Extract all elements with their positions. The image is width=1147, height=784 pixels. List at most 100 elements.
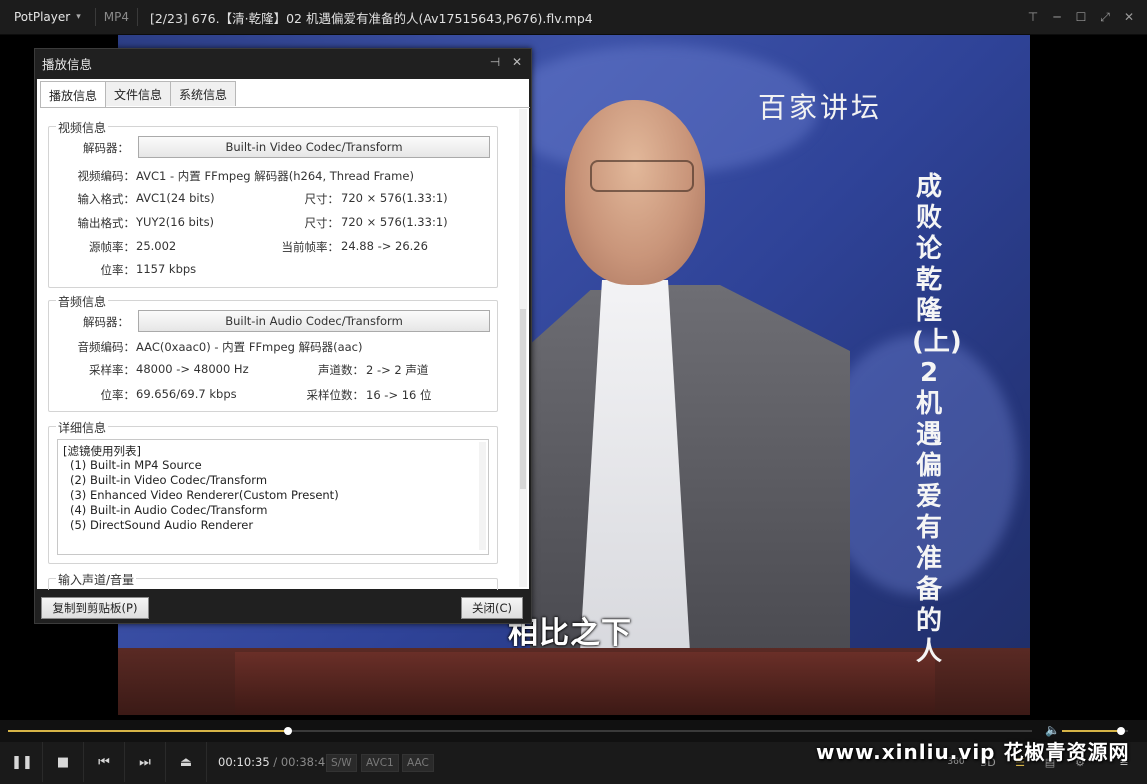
sample-rate-label: 采样率： [89,363,135,377]
podium [235,652,935,715]
episode-title-overlay: 成败论乾隆(上)2机遇偏爱有准备的人 [912,172,962,667]
minimize-button[interactable]: ─ [1047,7,1067,27]
output-format-value: YUY2(16 bits) [136,215,215,229]
group-title: 视频信息 [56,119,109,136]
badge-audio-codec[interactable]: AAC [402,754,434,772]
input-format-value: AVC1(24 bits) [136,191,215,205]
seek-thumb[interactable] [283,727,292,735]
close-dialog-button[interactable]: 关闭(C) [461,597,523,619]
current-fps-label: 当前帧率： [281,240,340,254]
title-separator-2 [136,8,138,26]
maximize-button[interactable]: ☐ [1071,7,1091,27]
audio-info-group: 音频信息 解码器： Built-in Audio Codec/Transform… [48,293,498,412]
dialog-tabs: 播放信息 文件信息 系统信息 [40,81,237,108]
detail-line: (3) Enhanced Video Renderer(Custom Prese… [70,488,339,502]
bit-depth-value: 16 -> 16 位 [366,388,432,402]
eject-icon: ⏏ [179,754,193,770]
person-head [565,100,705,285]
close-button[interactable]: ✕ [1119,7,1139,27]
detail-line: (1) Built-in MP4 Source [70,458,202,472]
bit-depth-label: 采样位数： [306,388,365,402]
pin-icon[interactable]: ⊤ [1023,7,1043,27]
video-bitrate-value: 1157 kbps [136,262,197,276]
group-title: 输入声道/音量 [56,571,137,588]
input-size-label: 尺寸： [304,192,340,206]
pause-icon: ❚❚ [11,754,33,770]
stop-icon: ■ [56,754,70,770]
video-decoder-label: 解码器： [83,141,129,155]
badge-video-codec[interactable]: AVC1 [361,754,399,772]
tab-panel: 视频信息 解码器： Built-in Video Codec/Transform… [40,107,530,590]
detail-scrollbar[interactable] [479,442,486,550]
format-label: MP4 [103,10,129,24]
eject-button[interactable]: ⏏ [166,742,207,782]
source-fps-label: 源帧率： [89,240,135,254]
title-bar: PotPlayer ▾ MP4 [2/23] 676.【清·乾隆】02 机遇偏爱… [0,0,1147,35]
output-size-value: 720 × 576(1.33:1) [341,215,448,229]
group-title: 音频信息 [56,293,109,310]
audio-decoder-button[interactable]: Built-in Audio Codec/Transform [138,310,490,332]
copy-to-clipboard-button[interactable]: 复制到剪贴板(P) [41,597,149,619]
title-separator [94,8,96,26]
pin-icon[interactable]: ⊣ [487,53,503,71]
playback-info-dialog: 播放信息 ⊣ ✕ 播放信息 文件信息 系统信息 视频信息 解码器： Built-… [34,48,532,624]
pause-button[interactable]: ❚❚ [2,742,43,782]
watermark: www.xinliu.vip 花椒青资源网 [816,740,1130,764]
total-duration: 00:38:45 [280,755,333,769]
detail-line: (5) DirectSound Audio Renderer [70,518,254,532]
volume-icon[interactable]: 🔈 [1045,723,1060,737]
channels-value: 2 -> 2 声道 [366,363,429,377]
stop-button[interactable]: ■ [43,742,84,782]
seek-progress [8,730,288,732]
volume-level [1062,730,1122,732]
person-glasses [590,160,694,192]
app-name: PotPlayer [14,10,71,24]
tab-file-info[interactable]: 文件信息 [105,81,172,106]
badge-sw[interactable]: S/W [326,754,357,772]
channels-label: 声道数： [318,363,364,377]
scrollbar-thumb[interactable] [520,309,526,489]
dialog-close-icon[interactable]: ✕ [509,53,525,71]
input-format-label: 输入格式： [77,192,136,206]
output-size-label: 尺寸： [304,216,340,230]
window-controls: ⊤ ─ ☐ ⤢ ✕ [1023,0,1139,34]
dialog-title: 播放信息 [42,56,93,72]
app-menu-button[interactable]: PotPlayer ▾ [0,10,87,24]
tab-playback-info[interactable]: 播放信息 [40,81,107,108]
audio-decoder-label: 解码器： [83,315,129,329]
audio-bitrate-value: 69.656/69.7 kbps [136,387,237,401]
volume-thumb[interactable] [1117,727,1126,735]
output-format-label: 输出格式： [77,216,136,230]
chevron-down-icon: ▾ [76,12,81,22]
next-icon: ⏭ [139,754,151,770]
detail-line: [滤镜使用列表] [63,444,141,458]
next-button[interactable]: ⏭ [125,742,166,782]
detail-line: (2) Built-in Video Codec/Transform [70,473,268,487]
tab-system-info[interactable]: 系统信息 [170,81,237,106]
audio-bitrate-label: 位率： [100,388,136,402]
video-decoder-button[interactable]: Built-in Video Codec/Transform [138,136,490,158]
dialog-scrollbar[interactable] [519,109,527,587]
volume-slider[interactable] [1062,727,1128,735]
video-codec-label: 视频编码： [77,169,136,183]
current-fps-value: 24.88 -> 26.26 [341,239,428,253]
dialog-body: 播放信息 文件信息 系统信息 视频信息 解码器： Built-in Video … [37,79,530,590]
dialog-footer: 复制到剪贴板(P) 关闭(C) [35,591,531,623]
video-codec-value: AVC1 - 内置 FFmpeg 解码器(h264, Thread Frame) [136,169,414,183]
previous-icon: ⏮ [98,754,110,770]
sample-rate-value: 48000 -> 48000 Hz [136,362,249,376]
video-bitrate-label: 位率： [100,263,136,277]
time-display[interactable]: 00:10:35 / 00:38:45 [218,755,333,769]
group-title: 详细信息 [56,419,109,436]
video-info-group: 视频信息 解码器： Built-in Video Codec/Transform… [48,119,498,288]
previous-button[interactable]: ⏮ [84,742,125,782]
time-separator: / [269,755,281,769]
filter-list-box[interactable]: [滤镜使用列表] (1) Built-in MP4 Source (2) Bui… [57,439,489,555]
program-logo: 百家讲坛 [758,91,883,124]
input-volume-group: 输入声道/音量 [48,571,498,590]
source-fps-value: 25.002 [136,239,177,253]
seek-bar[interactable] [8,727,1032,735]
audio-codec-value: AAC(0xaac0) - 内置 FFmpeg 解码器(aac) [136,340,363,354]
fullscreen-button[interactable]: ⤢ [1095,7,1115,27]
input-size-value: 720 × 576(1.33:1) [341,191,448,205]
